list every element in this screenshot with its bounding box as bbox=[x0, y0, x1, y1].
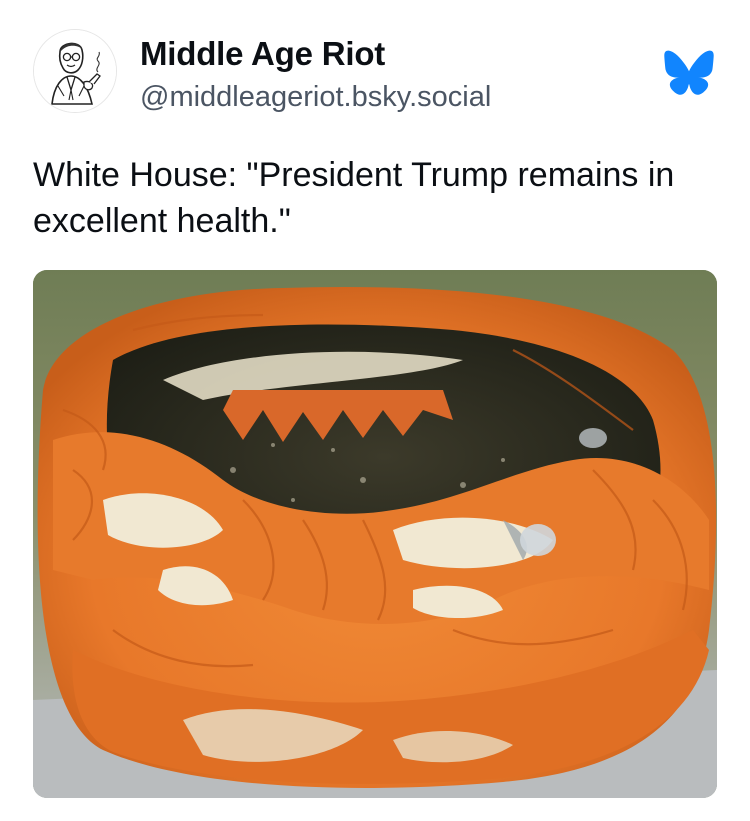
post-text: White House: "President Trump remains in… bbox=[33, 156, 675, 240]
author-avatar[interactable] bbox=[33, 29, 117, 113]
social-post: Middle Age Riot @middleageriot.bsky.soci… bbox=[0, 0, 750, 821]
rotting-jack-o-lantern-icon bbox=[33, 270, 717, 798]
post-image[interactable] bbox=[33, 270, 717, 798]
author-handle[interactable]: @middleageriot.bsky.social bbox=[140, 80, 491, 114]
post-author: Middle Age Riot @middleageriot.bsky.soci… bbox=[140, 34, 491, 114]
vintage-man-with-pipe-icon bbox=[34, 30, 116, 112]
author-display-name[interactable]: Middle Age Riot bbox=[140, 34, 491, 74]
bluesky-butterfly-icon[interactable] bbox=[664, 50, 714, 96]
